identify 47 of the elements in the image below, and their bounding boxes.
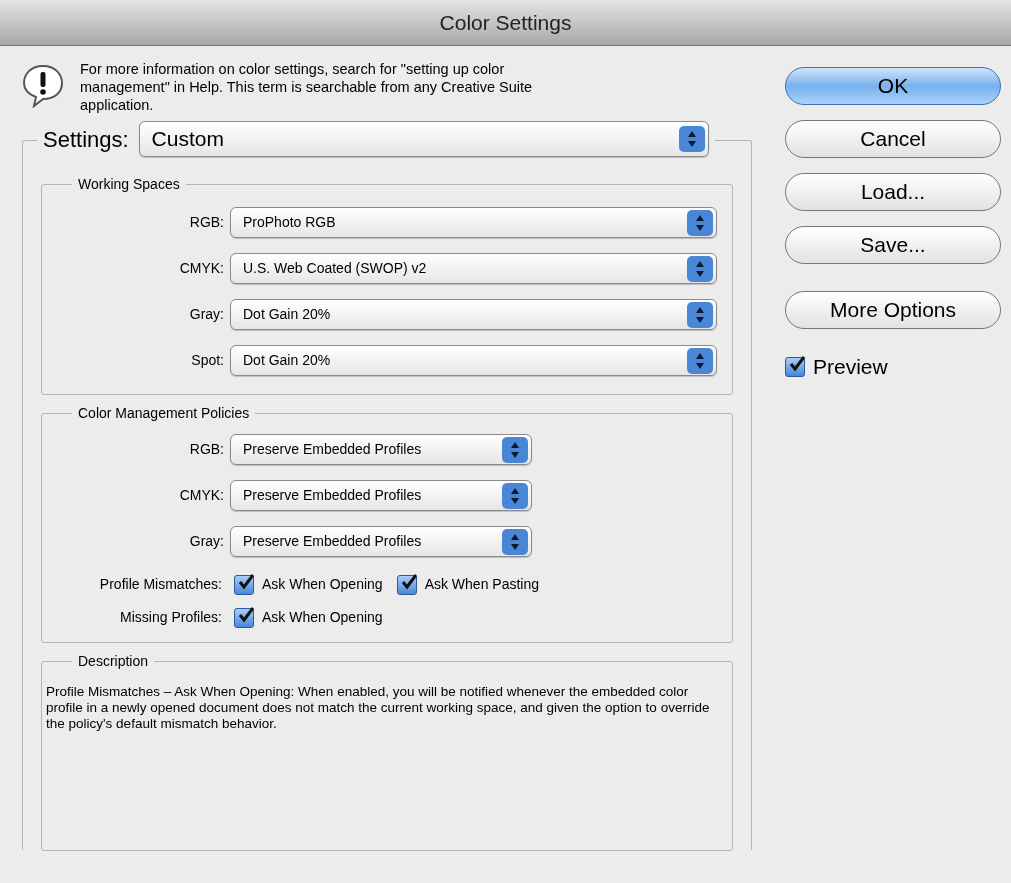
checkbox[interactable] (396, 574, 417, 595)
updown-arrows-icon (687, 209, 713, 236)
field-label: Missing Profiles: (119, 608, 222, 627)
field-label: RGB: (188, 213, 224, 232)
updown-arrows-icon (687, 255, 713, 282)
checkmark-icon (399, 572, 418, 591)
checkbox-label: Preview (813, 354, 888, 380)
dialog-button[interactable]: OK (785, 67, 1001, 105)
dialog-button[interactable]: Load... (785, 173, 1001, 211)
dialog-button[interactable]: More Options (785, 291, 1001, 329)
dialog-button[interactable]: Cancel (785, 120, 1001, 158)
field-label: RGB: (188, 440, 224, 459)
checkbox[interactable] (234, 607, 254, 628)
settings-label: Settings: (43, 125, 129, 154)
popup-menu[interactable]: Preserve Embedded Profiles (230, 480, 532, 511)
field-label: CMYK: (178, 259, 224, 278)
popup-menu[interactable]: Preserve Embedded Profiles (230, 526, 532, 557)
checkmark-icon (237, 572, 255, 591)
updown-arrows-icon (502, 528, 528, 555)
checkmark-icon (788, 354, 806, 373)
window-title: Color Settings (439, 9, 572, 36)
updown-arrows-icon (502, 436, 528, 463)
popup-menu[interactable]: Custom (138, 121, 709, 157)
popup-menu[interactable]: Preserve Embedded Profiles (230, 434, 532, 465)
checkbox[interactable] (785, 356, 805, 377)
popup-menu[interactable]: Dot Gain 20% (230, 299, 717, 330)
exclamation-icon (22, 64, 64, 108)
checkmark-icon (237, 605, 255, 624)
updown-arrows-icon (687, 301, 713, 328)
info-text: For more information on color settings, search for "setting up color management" in Help. This term is searchable from any Creative Suite application. (80, 60, 534, 114)
checkbox-label: Ask When Pasting (424, 575, 539, 594)
updown-arrows-icon (678, 126, 705, 152)
field-label: Profile Mismatches: (98, 575, 222, 594)
field-label: Spot: (190, 351, 224, 370)
checkbox-label: Ask When Opening (262, 575, 383, 594)
checkbox-label: Ask When Opening (262, 608, 383, 627)
field-label: CMYK: (178, 486, 224, 505)
field-label: Gray: (188, 532, 224, 551)
checkbox[interactable] (234, 574, 254, 595)
popup-menu[interactable]: U.S. Web Coated (SWOP) v2 (230, 253, 717, 284)
description-text: Profile Mismatches – Ask When Opening: When enabled, you will be notified whenever the embedded color profile in a newly opened document does not match the current working space, and given the option to override the policy's default mismatch behavior. (46, 684, 711, 732)
dialog-button[interactable]: Save... (785, 226, 1001, 264)
popup-menu[interactable]: ProPhoto RGB (230, 207, 717, 238)
updown-arrows-icon (687, 347, 713, 374)
field-label: Gray: (188, 305, 224, 324)
updown-arrows-icon (502, 482, 528, 509)
popup-menu[interactable]: Dot Gain 20% (230, 345, 717, 376)
